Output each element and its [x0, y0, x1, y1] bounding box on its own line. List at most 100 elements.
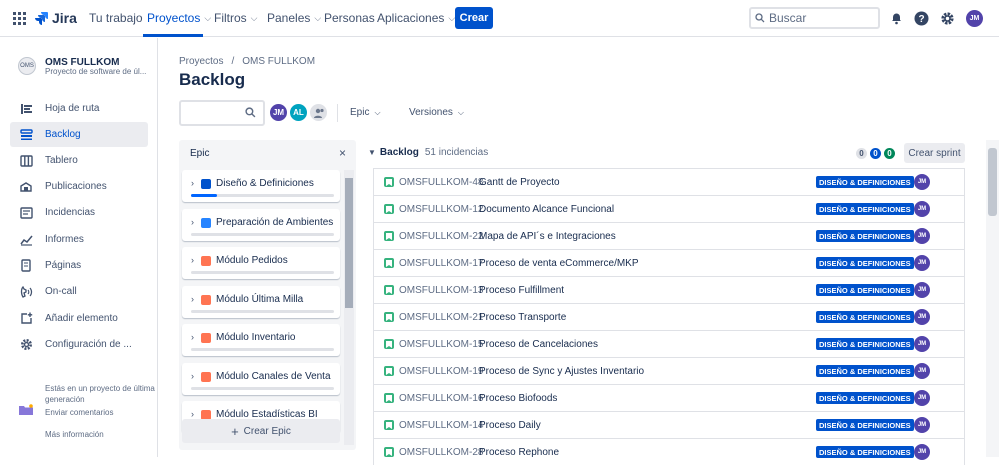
epic-lozenge[interactable]: DISEÑO & DEFINICIONES: [816, 176, 914, 188]
sidebar-item-informes[interactable]: Informes: [10, 227, 148, 252]
notifications-icon[interactable]: [888, 10, 904, 26]
settings-gear-icon[interactable]: [939, 10, 955, 26]
sidebar-item-configuracion[interactable]: Configuración de ...: [10, 332, 148, 357]
epic-lozenge[interactable]: DISEÑO & DEFINICIONES: [816, 338, 914, 350]
nav-paneles[interactable]: Paneles ⌵: [267, 11, 321, 25]
issue-summary[interactable]: Proceso de venta eCommerce/MKP: [479, 258, 639, 269]
breadcrumb-projects[interactable]: Proyectos: [179, 56, 223, 67]
nav-proyectos[interactable]: Proyectos ⌵: [147, 11, 211, 25]
epic-scrollbar[interactable]: [345, 178, 353, 308]
chevron-right-icon[interactable]: ›: [191, 332, 194, 342]
create-button[interactable]: Crear: [455, 7, 493, 29]
issue-key[interactable]: OMSFULLKOM-48: [399, 177, 483, 188]
issue-summary[interactable]: Proceso de Cancelaciones: [479, 339, 598, 350]
assignee-avatar[interactable]: JM: [914, 174, 930, 190]
epic-lozenge[interactable]: DISEÑO & DEFINICIONES: [816, 311, 914, 323]
avatar-filter-al[interactable]: AL: [288, 102, 309, 123]
issue-row[interactable]: OMSFULLKOM-13 Proceso Fulfillment DISEÑO &…: [373, 276, 965, 303]
chevron-right-icon[interactable]: ›: [191, 371, 194, 381]
app-switcher-icon[interactable]: [13, 12, 26, 25]
breadcrumb-project[interactable]: OMS FULLKOM: [242, 56, 315, 67]
sidebar-item-tablero[interactable]: Tablero: [10, 148, 148, 173]
search-input[interactable]: Buscar: [749, 7, 880, 29]
epic-card[interactable]: › Módulo Canales de Venta: [182, 362, 340, 395]
epic-filter-dropdown[interactable]: Epic ⌵: [350, 107, 381, 118]
sidebar-item-anadir-elemento[interactable]: Añadir elemento: [10, 306, 148, 331]
more-info-link[interactable]: Más información: [45, 430, 104, 439]
nav-aplicaciones[interactable]: Aplicaciones ⌵: [377, 11, 455, 25]
epic-lozenge[interactable]: DISEÑO & DEFINICIONES: [816, 230, 914, 242]
add-people-icon[interactable]: [308, 102, 329, 123]
close-icon[interactable]: ×: [339, 146, 346, 160]
assignee-avatar[interactable]: JM: [914, 282, 930, 298]
versions-filter-dropdown[interactable]: Versiones ⌵: [409, 107, 464, 118]
epic-card[interactable]: › Módulo Última Milla: [182, 285, 340, 318]
issue-summary[interactable]: Gantt de Proyecto: [479, 177, 560, 188]
project-avatar[interactable]: OMS: [18, 57, 36, 75]
issue-summary[interactable]: Proceso Transporte: [479, 312, 566, 323]
issue-summary[interactable]: Proceso Biofoods: [479, 393, 557, 404]
issue-key[interactable]: OMSFULLKOM-22: [399, 231, 483, 242]
issue-key[interactable]: OMSFULLKOM-15: [399, 339, 483, 350]
epic-lozenge[interactable]: DISEÑO & DEFINICIONES: [816, 365, 914, 377]
assignee-avatar[interactable]: JM: [914, 444, 930, 460]
assignee-avatar[interactable]: JM: [914, 417, 930, 433]
chevron-right-icon[interactable]: ›: [191, 409, 194, 419]
sidebar-item-hoja-de-ruta[interactable]: Hoja de ruta: [10, 96, 148, 121]
assignee-avatar[interactable]: JM: [914, 201, 930, 217]
main-scrollbar[interactable]: [986, 140, 999, 457]
assignee-avatar[interactable]: JM: [914, 309, 930, 325]
issue-summary[interactable]: Proceso Fulfillment: [479, 285, 564, 296]
epic-lozenge[interactable]: DISEÑO & DEFINICIONES: [816, 446, 914, 458]
assignee-avatar[interactable]: JM: [914, 363, 930, 379]
issue-row[interactable]: OMSFULLKOM-21 Proceso Transporte DISEÑO & …: [373, 303, 965, 330]
assignee-avatar[interactable]: JM: [914, 228, 930, 244]
epic-lozenge[interactable]: DISEÑO & DEFINICIONES: [816, 203, 914, 215]
issue-row[interactable]: OMSFULLKOM-48 Gantt de Proyecto DISEÑO & D…: [373, 168, 965, 195]
issue-summary[interactable]: Proceso Rephone: [479, 447, 559, 458]
epic-lozenge[interactable]: DISEÑO & DEFINICIONES: [816, 419, 914, 431]
issue-summary[interactable]: Documento Alcance Funcional: [479, 204, 614, 215]
sidebar-item-publicaciones[interactable]: Publicaciones: [10, 174, 148, 199]
jira-logo[interactable]: Jira: [34, 10, 77, 26]
backlog-header[interactable]: ▼ Backlog 51 incidencias: [368, 147, 488, 158]
assignee-avatar[interactable]: JM: [914, 336, 930, 352]
send-feedback-link[interactable]: Enviar comentarios: [45, 408, 113, 417]
epic-lozenge[interactable]: DISEÑO & DEFINICIONES: [816, 392, 914, 404]
assignee-avatar[interactable]: JM: [914, 255, 930, 271]
issue-row[interactable]: OMSFULLKOM-22 Mapa de API´s e Integracion…: [373, 222, 965, 249]
issue-row[interactable]: OMSFULLKOM-15 Proceso de Cancelaciones DIS…: [373, 330, 965, 357]
epic-card[interactable]: › Diseño & Definiciones: [182, 170, 340, 202]
epic-lozenge[interactable]: DISEÑO & DEFINICIONES: [816, 257, 914, 269]
create-epic-button[interactable]: + Crear Epic: [182, 419, 340, 443]
issue-key[interactable]: OMSFULLKOM-16: [399, 393, 483, 404]
chevron-right-icon[interactable]: ›: [191, 217, 194, 227]
issue-row[interactable]: OMSFULLKOM-19 Proceso de Sync y Ajustes I…: [373, 357, 965, 384]
sidebar-item-backlog[interactable]: Backlog: [10, 122, 148, 147]
issue-key[interactable]: OMSFULLKOM-21: [399, 312, 483, 323]
chevron-right-icon[interactable]: ›: [191, 255, 194, 265]
assignee-avatar[interactable]: JM: [914, 390, 930, 406]
sidebar-item-incidencias[interactable]: Incidencias: [10, 200, 148, 225]
avatar-filter-jm[interactable]: JM: [268, 102, 289, 123]
nav-tu-trabajo[interactable]: Tu trabajo: [89, 11, 143, 25]
issue-row[interactable]: OMSFULLKOM-14 Proceso Daily DISEÑO & DEFIN…: [373, 411, 965, 438]
user-avatar[interactable]: JM: [966, 10, 983, 27]
help-icon[interactable]: ?: [913, 10, 929, 26]
backlog-search-input[interactable]: [179, 100, 265, 126]
issue-summary[interactable]: Proceso de Sync y Ajustes Inventario: [479, 366, 644, 377]
issue-key[interactable]: OMSFULLKOM-12: [399, 204, 483, 215]
issue-summary[interactable]: Mapa de API´s e Integraciones: [479, 231, 616, 242]
chevron-right-icon[interactable]: ›: [191, 294, 194, 304]
issue-key[interactable]: OMSFULLKOM-14: [399, 420, 483, 431]
nav-filtros[interactable]: Filtros ⌵: [214, 11, 258, 25]
chevron-right-icon[interactable]: ›: [191, 178, 194, 188]
sidebar-item-paginas[interactable]: Páginas: [10, 253, 148, 278]
issue-key[interactable]: OMSFULLKOM-13: [399, 285, 483, 296]
sidebar-item-on-call[interactable]: On-call: [10, 279, 148, 304]
issue-key[interactable]: OMSFULLKOM-19: [399, 366, 483, 377]
epic-card[interactable]: › Módulo Pedidos: [182, 247, 340, 279]
issue-key[interactable]: OMSFULLKOM-17: [399, 258, 483, 269]
issue-row[interactable]: OMSFULLKOM-12 Documento Alcance Funcional…: [373, 195, 965, 222]
issue-row[interactable]: OMSFULLKOM-17 Proceso de venta eCommerce/…: [373, 249, 965, 276]
